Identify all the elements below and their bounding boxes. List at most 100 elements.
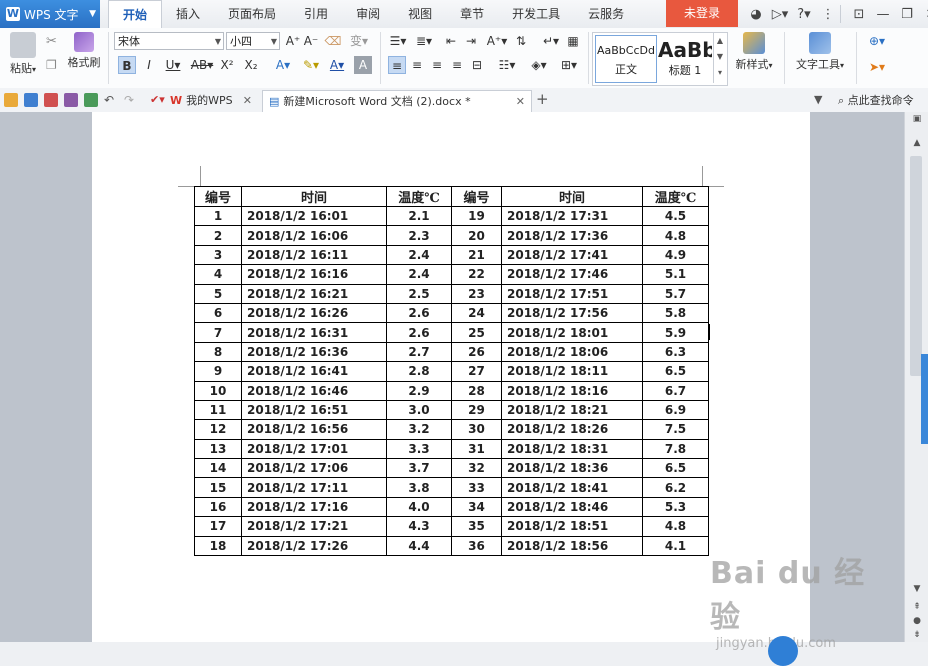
decrease-indent-icon[interactable]: ⇤ bbox=[442, 32, 460, 50]
restore-ribbon-icon[interactable]: ⊡ bbox=[847, 7, 871, 22]
table-cell[interactable]: 2 bbox=[194, 225, 242, 246]
customize-icon[interactable]: ✔▾ bbox=[150, 93, 165, 107]
table-cell[interactable]: 2018/1/2 18:41 bbox=[501, 477, 643, 498]
sort-icon[interactable]: ⇅ bbox=[512, 32, 530, 50]
table-cell[interactable]: 2018/1/2 16:21 bbox=[241, 283, 387, 304]
save-icon[interactable] bbox=[24, 93, 38, 107]
table-cell[interactable]: 2.4 bbox=[386, 264, 452, 285]
table-cell[interactable]: 7.8 bbox=[642, 438, 709, 460]
table-cell[interactable]: 5.8 bbox=[642, 302, 709, 324]
side-panel-toggle[interactable] bbox=[921, 354, 928, 444]
distributed-icon[interactable]: ⊟ bbox=[468, 56, 486, 74]
scroll-top-icon[interactable]: ▣ bbox=[911, 114, 923, 124]
table-cell[interactable]: 2018/1/2 16:26 bbox=[241, 302, 387, 324]
font-size-combo[interactable]: 小四 ▼ bbox=[226, 32, 280, 50]
table-cell[interactable]: 26 bbox=[451, 341, 502, 363]
chevron-up-icon[interactable]: ▲ bbox=[911, 138, 923, 148]
table-cell[interactable]: 29 bbox=[451, 399, 502, 421]
align-right-icon[interactable]: ≡ bbox=[428, 56, 446, 74]
table-cell[interactable]: 22 bbox=[451, 264, 502, 285]
table-cell[interactable]: 2018/1/2 18:46 bbox=[501, 496, 643, 518]
new-style-button[interactable]: 新样式▾ bbox=[730, 32, 778, 72]
table-cell[interactable]: 2018/1/2 18:11 bbox=[501, 361, 643, 382]
tab-8[interactable]: 云服务 bbox=[574, 0, 638, 28]
shrink-font-icon[interactable]: A⁻ bbox=[302, 32, 320, 50]
table-cell[interactable]: 2018/1/2 16:41 bbox=[241, 361, 387, 382]
table-cell[interactable]: 3.3 bbox=[386, 438, 452, 460]
table-cell[interactable]: 2018/1/2 18:36 bbox=[501, 458, 643, 479]
chevron-down-icon[interactable]: ▼ bbox=[911, 584, 923, 594]
strikethrough-icon[interactable]: AB▾ bbox=[188, 56, 216, 74]
table-cell[interactable]: 2018/1/2 16:51 bbox=[241, 399, 387, 421]
line-spacing-icon[interactable]: ☷▾ bbox=[494, 56, 520, 74]
table-cell[interactable]: 2018/1/2 17:26 bbox=[241, 535, 387, 557]
table-header-cell[interactable]: 时间 bbox=[241, 186, 387, 207]
export-pdf-icon[interactable] bbox=[44, 93, 58, 107]
table-cell[interactable]: 6 bbox=[194, 302, 242, 324]
table-cell[interactable]: 4 bbox=[194, 264, 242, 285]
skin-icon[interactable]: ◕ bbox=[744, 7, 768, 22]
table-cell[interactable]: 6.5 bbox=[642, 361, 709, 382]
table-cell[interactable]: 6.7 bbox=[642, 380, 709, 401]
table-cell[interactable]: 4.5 bbox=[642, 205, 709, 227]
table-cell[interactable]: 35 bbox=[451, 516, 502, 537]
app-menu-button[interactable]: W WPS 文字 ▼ bbox=[0, 0, 100, 28]
table-cell[interactable]: 4.1 bbox=[642, 535, 709, 557]
tab-6[interactable]: 章节 bbox=[446, 0, 498, 28]
table-cell[interactable]: 11 bbox=[194, 399, 242, 421]
table-cell[interactable]: 4.8 bbox=[642, 516, 709, 537]
table-cell[interactable]: 2018/1/2 18:21 bbox=[501, 399, 643, 421]
text-tools-button[interactable]: 文字工具▾ bbox=[790, 32, 850, 72]
table-cell[interactable]: 5.3 bbox=[642, 496, 709, 518]
table-cell[interactable]: 2018/1/2 17:16 bbox=[241, 496, 387, 518]
table-cell[interactable]: 4.0 bbox=[386, 496, 452, 518]
doc-tab-my-wps[interactable]: W 我的WPS ✕ bbox=[170, 90, 258, 112]
table-header-cell[interactable]: 编号 bbox=[194, 186, 242, 207]
align-center-icon[interactable]: ≡ bbox=[408, 56, 426, 74]
table-cell[interactable]: 3.7 bbox=[386, 458, 452, 479]
table-cell[interactable]: 36 bbox=[451, 535, 502, 557]
table-cell[interactable]: 24 bbox=[451, 302, 502, 324]
table-cell[interactable]: 2018/1/2 18:31 bbox=[501, 438, 643, 460]
close-icon[interactable]: ✕ bbox=[919, 7, 928, 22]
close-icon[interactable]: ✕ bbox=[516, 91, 525, 113]
table-cell[interactable]: 2018/1/2 18:26 bbox=[501, 419, 643, 440]
table-cell[interactable]: 33 bbox=[451, 477, 502, 498]
minimize-icon[interactable]: — bbox=[871, 7, 895, 22]
table-cell[interactable]: 18 bbox=[194, 535, 242, 557]
table-cell[interactable]: 9 bbox=[194, 361, 242, 382]
search-command[interactable]: ⌕ 点此查找命令 bbox=[838, 92, 914, 108]
new-tab-icon[interactable]: + bbox=[536, 90, 549, 108]
shading-icon[interactable]: ◈▾ bbox=[526, 56, 552, 74]
align-left-icon[interactable]: ≡ bbox=[388, 56, 406, 74]
table-cell[interactable]: 34 bbox=[451, 496, 502, 518]
table-cell[interactable]: 3.8 bbox=[386, 477, 452, 498]
table-cell[interactable]: 2.6 bbox=[386, 302, 452, 324]
print-preview-icon[interactable] bbox=[84, 93, 98, 107]
share-icon[interactable]: ▷▾ bbox=[768, 7, 792, 22]
tab-1[interactable]: 插入 bbox=[162, 0, 214, 28]
table-cell[interactable]: 6.3 bbox=[642, 341, 709, 363]
table-cell[interactable]: 2.4 bbox=[386, 244, 452, 266]
table-cell[interactable]: 7 bbox=[194, 322, 242, 343]
table-cell[interactable]: 3.2 bbox=[386, 419, 452, 440]
copy-button[interactable]: ❐ bbox=[46, 58, 57, 72]
highlight-icon[interactable]: ✎▾ bbox=[298, 56, 324, 74]
close-icon[interactable]: ✕ bbox=[243, 90, 252, 112]
table-cell[interactable]: 2018/1/2 17:11 bbox=[241, 477, 387, 498]
numbering-icon[interactable]: ≣▾ bbox=[412, 32, 436, 50]
next-page-icon[interactable]: ⇟ bbox=[911, 630, 923, 640]
table-cell[interactable]: 4.9 bbox=[642, 244, 709, 266]
increase-indent-icon[interactable]: ⇥ bbox=[462, 32, 480, 50]
line-break-icon[interactable]: ↵▾ bbox=[540, 32, 562, 50]
superscript-icon[interactable]: X² bbox=[218, 56, 236, 74]
justify-icon[interactable]: ≡ bbox=[448, 56, 466, 74]
grow-font-icon[interactable]: A⁺ bbox=[284, 32, 302, 50]
change-case-icon[interactable]: A⁺▾ bbox=[484, 32, 510, 50]
table-cell[interactable]: 2018/1/2 18:56 bbox=[501, 535, 643, 557]
open-icon[interactable] bbox=[4, 93, 18, 107]
table-cell[interactable]: 2018/1/2 18:06 bbox=[501, 341, 643, 363]
table-cell[interactable]: 2018/1/2 17:51 bbox=[501, 283, 643, 304]
temperature-table[interactable]: 编号 时间 温度℃ 编号 时间 温度℃ 1 2018/1/2 16:01 2.1 19 2018/… bbox=[194, 186, 709, 557]
table-cell[interactable]: 16 bbox=[194, 496, 242, 518]
